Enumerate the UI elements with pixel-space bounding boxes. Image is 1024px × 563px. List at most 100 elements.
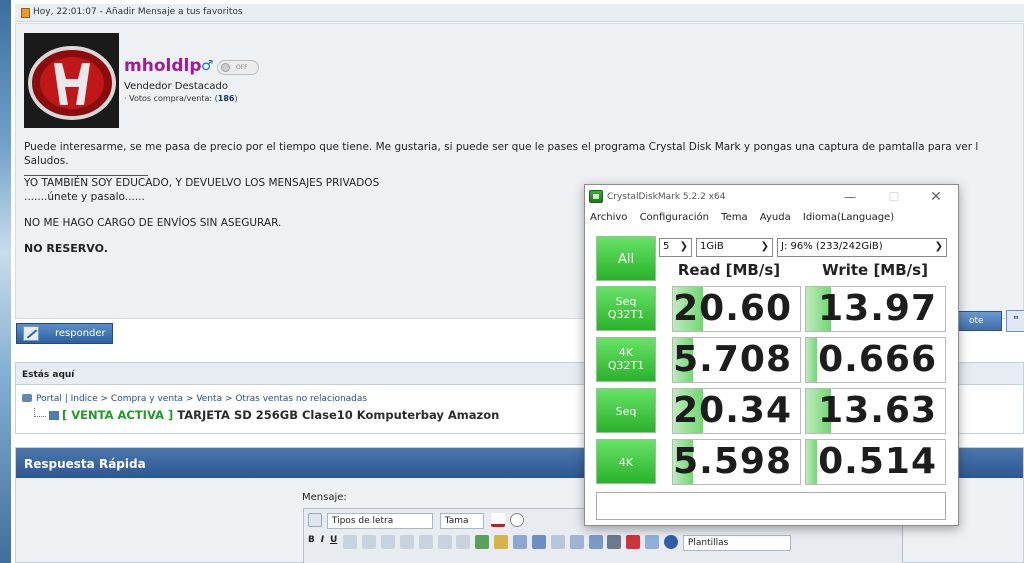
test-count-select[interactable]: 5 ❯ bbox=[659, 238, 692, 257]
size-select-value: Tama bbox=[444, 516, 469, 526]
reply-button[interactable]: responder bbox=[16, 323, 113, 344]
breadcrumb-path-text[interactable]: Portal | Indice > Compra y venta > Venta… bbox=[36, 394, 367, 404]
seq-write-value: 13.63 bbox=[805, 388, 946, 434]
editor-toolbar-row-1: Tipos de letra Tama bbox=[308, 513, 526, 533]
4k-read-value: 5.598 bbox=[672, 439, 801, 485]
username[interactable]: mholdlp bbox=[124, 56, 202, 76]
maximize-icon: ☐ bbox=[888, 190, 900, 204]
menu-idioma[interactable]: Idioma(Language) bbox=[803, 212, 894, 223]
templates-select-value: Plantillas bbox=[687, 538, 729, 548]
size-select[interactable]: Tama bbox=[439, 513, 484, 529]
cdm-window-title: CrystalDiskMark 5.2.2 x64 bbox=[607, 192, 726, 202]
votes-count[interactable]: 186 bbox=[218, 94, 235, 103]
pencil-icon bbox=[23, 326, 39, 341]
quote-icon[interactable] bbox=[550, 535, 565, 549]
votes-label: · Votos compra/venta: ( bbox=[124, 94, 218, 103]
seq-read-value: 20.34 bbox=[672, 388, 801, 434]
font-color-icon[interactable] bbox=[490, 513, 505, 527]
smiley-icon[interactable] bbox=[509, 513, 524, 527]
write-header: Write [MB/s] bbox=[822, 261, 928, 279]
online-status-toggle: OFF bbox=[217, 60, 259, 75]
write-bar bbox=[806, 440, 818, 484]
align-center-icon[interactable] bbox=[362, 535, 377, 549]
write-value-text: 13.97 bbox=[818, 288, 937, 329]
thread-title-text[interactable]: TARJETA SD 256GB Clase10 Komputerbay Ama… bbox=[173, 408, 499, 422]
templates-select[interactable]: Plantillas bbox=[682, 535, 791, 551]
4k-q32t1-read-value: 5.708 bbox=[672, 337, 801, 383]
male-gender-icon: ♂ bbox=[201, 58, 214, 74]
table-icon[interactable] bbox=[645, 535, 660, 549]
font-select-value: Tipos de letra bbox=[331, 516, 394, 526]
multiquote-button[interactable]: " bbox=[1006, 310, 1024, 332]
remove-format-icon[interactable] bbox=[308, 513, 322, 527]
chevron-down-icon: ❯ bbox=[679, 241, 688, 252]
user-title: Vendedor Destacado bbox=[124, 81, 229, 92]
code-icon[interactable] bbox=[569, 535, 584, 549]
indent-icon[interactable] bbox=[456, 535, 471, 549]
test-count-value: 5 bbox=[663, 241, 670, 252]
read-value-text: 20.34 bbox=[673, 390, 792, 431]
align-right-icon[interactable] bbox=[380, 535, 395, 549]
row-label-line-1: 4K bbox=[618, 456, 634, 469]
row-label-line-1: Seq bbox=[615, 405, 637, 418]
breadcrumb-path[interactable]: Portal | Indice > Compra y venta > Venta… bbox=[22, 394, 367, 404]
cdm-app-icon bbox=[589, 190, 603, 203]
media-icon[interactable] bbox=[531, 535, 546, 549]
menu-archivo[interactable]: Archivo bbox=[590, 212, 627, 223]
thread-icon bbox=[49, 411, 59, 420]
italic-button[interactable]: I bbox=[321, 535, 324, 545]
image-icon[interactable] bbox=[513, 535, 528, 549]
4k-button[interactable]: 4K bbox=[596, 439, 656, 484]
youtube-icon[interactable] bbox=[626, 535, 641, 549]
menu-ayuda[interactable]: Ayuda bbox=[760, 212, 791, 223]
write-value-text: 0.666 bbox=[818, 339, 937, 380]
thread-status: [ VENTA ACTIVA ] bbox=[62, 408, 174, 422]
chevron-down-icon: ❯ bbox=[760, 241, 769, 252]
quote-button[interactable]: ote bbox=[952, 311, 1002, 331]
menu-configuracion[interactable]: Configuración bbox=[640, 212, 709, 223]
menu-tema[interactable]: Tema bbox=[721, 212, 747, 223]
cdm-menubar: Archivo Configuración Tema Ayuda Idioma(… bbox=[590, 212, 903, 223]
spoiler-icon[interactable] bbox=[607, 535, 622, 549]
test-size-select[interactable]: 1GiB ❯ bbox=[696, 238, 773, 257]
cdm-titlebar[interactable]: CrystalDiskMark 5.2.2 x64 — ☐ ✕ bbox=[585, 185, 958, 210]
avatar[interactable] bbox=[24, 33, 119, 128]
row-label-line-2: Q32T1 bbox=[607, 308, 645, 321]
4k-q32t1-button[interactable]: 4K Q32T1 bbox=[596, 337, 656, 382]
seq-button[interactable]: Seq bbox=[596, 388, 656, 433]
honda-logo-icon bbox=[24, 33, 119, 128]
editor-toolbar-row-2: B I U Plantillas bbox=[308, 535, 795, 555]
4k-write-value: 0.514 bbox=[805, 439, 946, 485]
status-dot-icon bbox=[221, 63, 230, 72]
outdent-icon[interactable] bbox=[437, 535, 452, 549]
user-votes: · Votos compra/venta: (186) bbox=[124, 94, 238, 103]
close-icon[interactable]: ✕ bbox=[921, 187, 951, 207]
php-icon[interactable] bbox=[588, 535, 603, 549]
post-timestamp[interactable]: Hoy, 22:01:07 - Añadir Mensaje a tus fav… bbox=[33, 7, 243, 17]
bold-button[interactable]: B bbox=[308, 535, 315, 545]
online-status-label: OFF bbox=[236, 64, 248, 71]
link-icon[interactable] bbox=[475, 535, 490, 549]
unlink-icon[interactable] bbox=[494, 535, 509, 549]
template-icon[interactable] bbox=[664, 535, 679, 549]
all-button[interactable]: All bbox=[596, 236, 656, 281]
read-value-text: 5.598 bbox=[673, 441, 792, 482]
align-left-icon[interactable] bbox=[343, 535, 358, 549]
font-select[interactable]: Tipos de letra bbox=[326, 513, 433, 529]
thread-title[interactable]: [ VENTA ACTIVA ] TARJETA SD 256GB Clase1… bbox=[34, 408, 499, 422]
seq-q32t1-button[interactable]: Seq Q32T1 bbox=[596, 286, 656, 331]
minimize-icon[interactable]: — bbox=[835, 187, 865, 207]
comment-field[interactable] bbox=[596, 492, 946, 520]
unordered-list-icon[interactable] bbox=[418, 535, 433, 549]
desktop-background-strip bbox=[0, 0, 11, 563]
underline-button[interactable]: U bbox=[330, 535, 337, 545]
seq-q32t1-write-value: 13.97 bbox=[805, 286, 946, 332]
read-header: Read [MB/s] bbox=[677, 261, 781, 279]
ordered-list-icon[interactable] bbox=[399, 535, 414, 549]
votes-close: ) bbox=[234, 94, 238, 103]
drive-select[interactable]: J: 96% (233/242GiB) ❯ bbox=[777, 238, 947, 257]
post-line-1: Puede interesarme, se me pasa de precio … bbox=[24, 141, 979, 153]
reply-button-label: responder bbox=[55, 328, 106, 339]
4k-q32t1-write-value: 0.666 bbox=[805, 337, 946, 383]
post-header: Hoy, 22:01:07 - Añadir Mensaje a tus fav… bbox=[15, 4, 1024, 22]
